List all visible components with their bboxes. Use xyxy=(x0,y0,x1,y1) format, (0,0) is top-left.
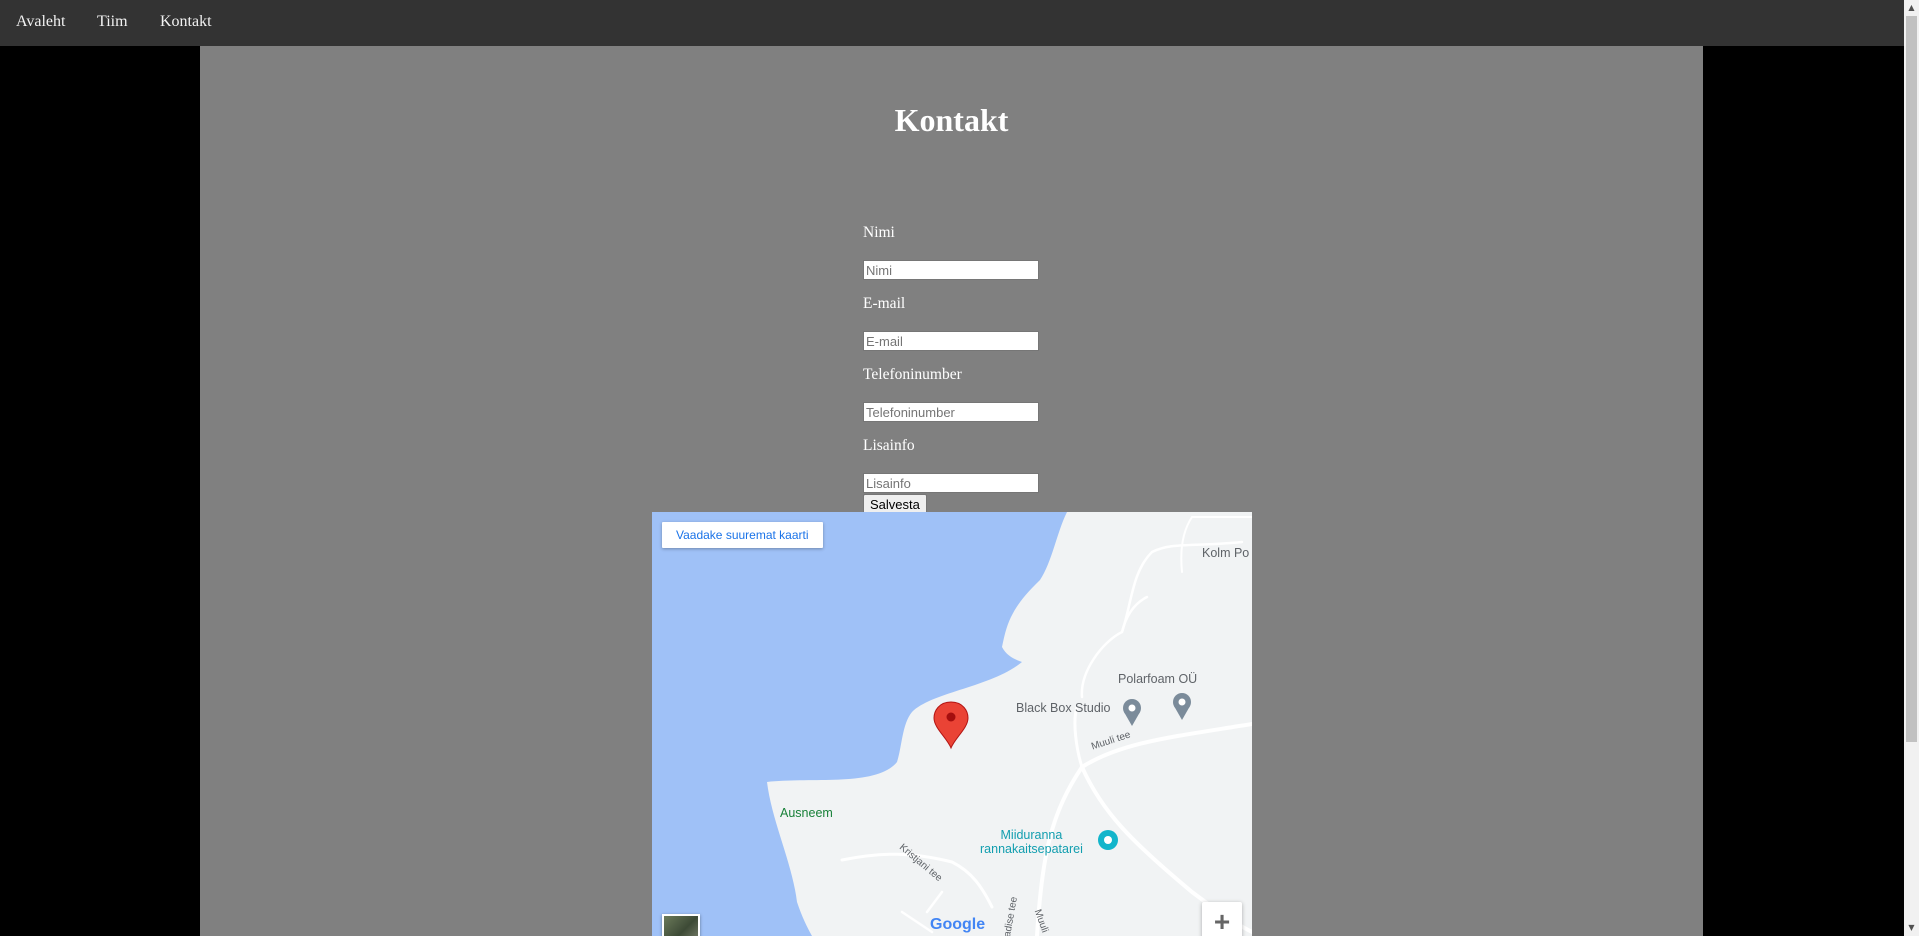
name-input[interactable] xyxy=(863,260,1039,280)
place-label-miiduranna-line2: rannakaitsepatarei xyxy=(980,842,1083,856)
scroll-up-arrow-icon[interactable]: ▲ xyxy=(1904,0,1919,16)
embedded-map[interactable]: Vaadake suuremat kaarti Kolm Po Polarfoa… xyxy=(652,512,1252,936)
satellite-toggle[interactable] xyxy=(662,914,700,936)
place-label-polarfoam: Polarfoam OÜ xyxy=(1118,672,1198,686)
phone-label: Telefoninumber xyxy=(863,366,962,383)
map-water xyxy=(652,512,1067,936)
top-nav: Avaleht Tiim Kontakt xyxy=(0,0,1904,46)
scroll-thumb[interactable] xyxy=(1906,16,1917,742)
phone-input[interactable] xyxy=(863,402,1039,422)
name-label: Nimi xyxy=(863,224,895,241)
location-pin-icon[interactable] xyxy=(933,701,969,750)
poi-marker-polarfoam xyxy=(1173,693,1191,720)
map-canvas[interactable] xyxy=(652,512,1252,936)
zoom-control: + − xyxy=(1202,902,1242,936)
place-label-kolm: Kolm Po xyxy=(1202,546,1250,560)
info-input[interactable] xyxy=(863,473,1039,493)
zoom-in-button[interactable]: + xyxy=(1202,902,1242,936)
page-title: Kontakt xyxy=(894,102,1009,138)
poi-marker-miiduranna xyxy=(1098,830,1118,850)
scroll-down-arrow-icon[interactable]: ▼ xyxy=(1904,920,1919,936)
place-label-miiduranna: Miiduranna rannakaitsepatarei xyxy=(980,828,1083,856)
content-panel: Kontakt Nimi E-mail Telefoninumber Lisai… xyxy=(200,46,1703,936)
place-label-blackbox: Black Box Studio xyxy=(1016,701,1111,715)
info-label: Lisainfo xyxy=(863,437,915,454)
place-label-ausneem: Ausneem xyxy=(780,806,833,820)
nav-link-avaleht[interactable]: Avaleht xyxy=(16,0,65,46)
page-scrollbar[interactable]: ▲ ▼ xyxy=(1904,0,1919,936)
view-larger-map-link[interactable]: Vaadake suuremat kaarti xyxy=(662,522,823,548)
nav-link-kontakt[interactable]: Kontakt xyxy=(160,0,212,46)
google-logo: Google xyxy=(930,916,986,933)
email-label: E-mail xyxy=(863,295,906,312)
place-label-miiduranna-line1: Miiduranna xyxy=(1000,828,1063,842)
poi-marker-blackbox xyxy=(1123,699,1141,726)
nav-link-tiim[interactable]: Tiim xyxy=(97,0,128,46)
email-input[interactable] xyxy=(863,331,1039,351)
